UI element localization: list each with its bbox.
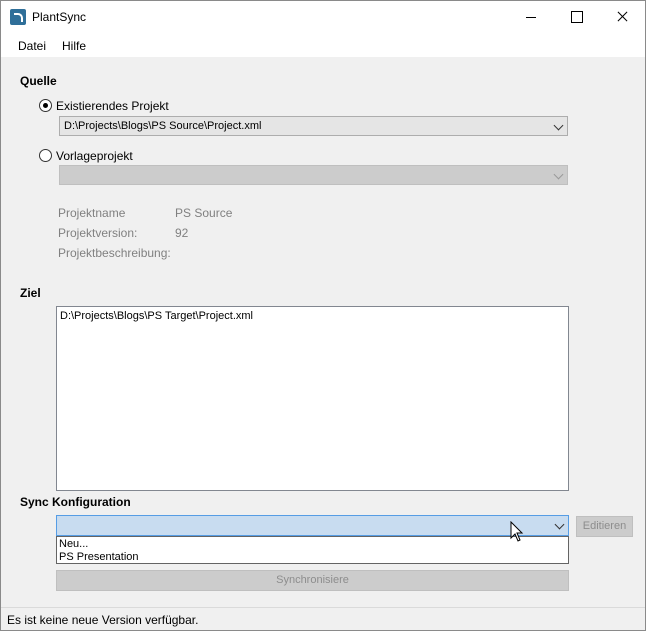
- project-version-label: Projektversion:: [58, 226, 138, 240]
- dropdown-option-new[interactable]: Neu...: [59, 538, 88, 550]
- maximize-button[interactable]: [553, 1, 599, 33]
- project-name-label: Projektname: [58, 206, 126, 220]
- project-description-label: Projektbeschreibung:: [58, 246, 171, 260]
- existing-project-combobox[interactable]: D:\Projects\Blogs\PS Source\Project.xml: [59, 116, 568, 136]
- template-project-radio[interactable]: [39, 149, 52, 162]
- existing-project-label[interactable]: Existierendes Projekt: [56, 99, 169, 113]
- status-text: Es ist keine neue Version verfügbar.: [7, 613, 199, 627]
- close-button[interactable]: [599, 1, 645, 33]
- target-heading: Ziel: [20, 286, 41, 300]
- synchronize-button[interactable]: Synchronisiere: [56, 570, 569, 591]
- window-title: PlantSync: [32, 10, 87, 24]
- menu-hilfe[interactable]: Hilfe: [62, 39, 86, 53]
- sync-config-dropdown-list: Neu... PS Presentation: [56, 536, 569, 564]
- edit-button[interactable]: Editieren: [576, 516, 633, 537]
- target-listbox[interactable]: D:\Projects\Blogs\PS Target\Project.xml: [56, 306, 569, 491]
- menu-datei[interactable]: Datei: [18, 39, 46, 53]
- existing-project-path: D:\Projects\Blogs\PS Source\Project.xml: [64, 120, 262, 132]
- template-project-label[interactable]: Vorlageprojekt: [56, 149, 133, 163]
- menu-bar: Datei Hilfe: [1, 33, 645, 57]
- sync-config-heading: Sync Konfiguration: [20, 495, 131, 509]
- project-name-value: PS Source: [175, 206, 233, 220]
- chevron-down-icon: [553, 120, 564, 131]
- template-project-combobox: [59, 165, 568, 185]
- minimize-button[interactable]: [507, 1, 553, 33]
- sync-config-combobox[interactable]: [56, 515, 569, 536]
- source-heading: Quelle: [20, 74, 57, 88]
- main-window: PlantSync Datei Hilfe Quelle Existierend…: [0, 0, 646, 631]
- existing-project-radio[interactable]: [39, 99, 52, 112]
- list-item[interactable]: D:\Projects\Blogs\PS Target\Project.xml: [60, 310, 253, 322]
- project-version-value: 92: [175, 226, 189, 240]
- dropdown-option-ps-presentation[interactable]: PS Presentation: [59, 551, 139, 563]
- title-bar[interactable]: PlantSync: [1, 1, 645, 33]
- chevron-down-icon: [554, 519, 565, 530]
- status-bar: Es ist keine neue Version verfügbar.: [1, 607, 645, 630]
- plantsync-app-icon: [10, 9, 26, 25]
- chevron-down-icon: [553, 169, 564, 180]
